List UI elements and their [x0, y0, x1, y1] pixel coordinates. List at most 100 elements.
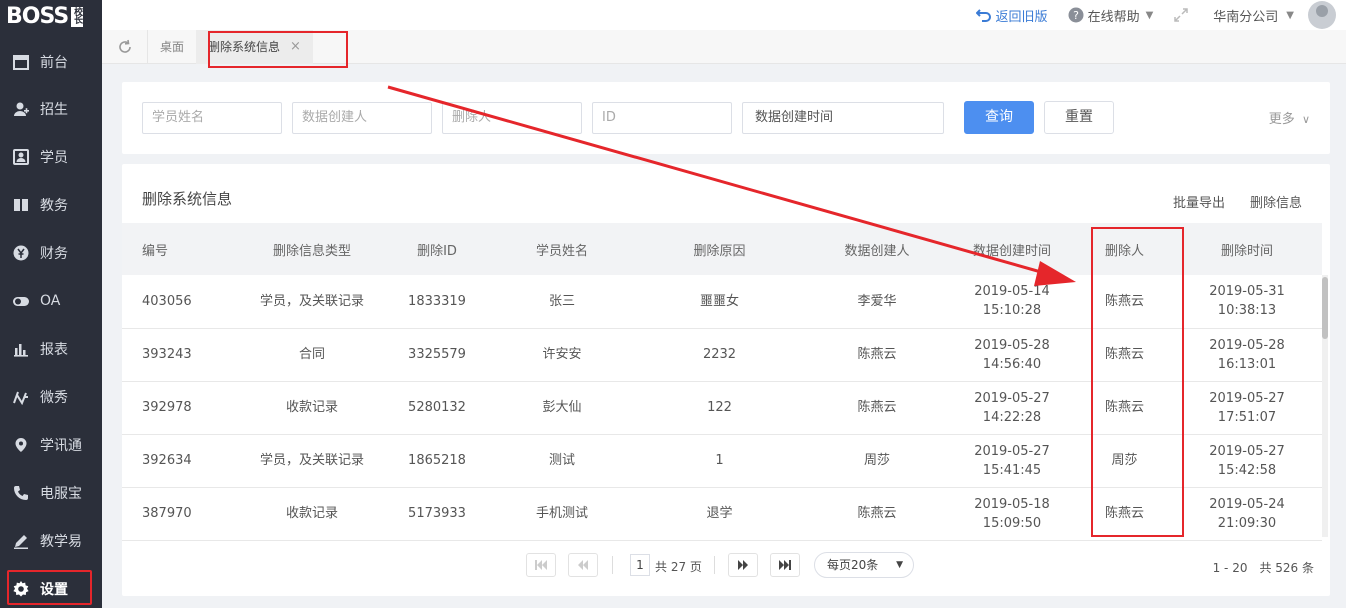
cell-time: 15:10:28 — [982, 303, 1042, 319]
panel-title: 删除系统信息 — [142, 190, 233, 208]
sidebar-item-6[interactable]: 报表 — [0, 325, 102, 373]
back-to-old-version-link[interactable]: 返回旧版 — [975, 6, 1048, 25]
column-header: 编号 — [122, 223, 242, 275]
settings-highlight-box — [7, 570, 92, 605]
top-bar: 返回旧版 ? 在线帮助 ▼ 华南分公司 ▼ — [102, 0, 1346, 30]
page-number-input[interactable]: 1 — [630, 554, 650, 576]
last-page-button[interactable] — [770, 553, 800, 577]
fullscreen-button[interactable] — [1173, 7, 1193, 23]
logo-text: BOSS — [6, 4, 69, 29]
column-header: 数据创建时间 — [947, 223, 1077, 275]
cell-type: 合同 — [242, 328, 382, 382]
chevron-down-icon: ▼ — [1145, 9, 1154, 21]
cell-reason: 退学 — [632, 487, 807, 541]
cell-delete-id: 1865218 — [382, 434, 492, 488]
cell-date: 2019-05-27 — [974, 390, 1050, 406]
cell-deleted-time: 2019-05-31 10:38:13 — [1172, 275, 1322, 329]
cell-text: 陈燕云 — [857, 400, 897, 415]
sidebar-item-1[interactable]: 招生 — [0, 85, 102, 133]
cell-date: 2019-05-18 — [974, 496, 1050, 512]
cell-created-time: 2019-05-18 15:09:50 — [947, 487, 1077, 541]
sidebar-item-9[interactable]: 电服宝 — [0, 469, 102, 517]
first-page-button[interactable] — [526, 553, 556, 577]
cell-time: 14:56:40 — [982, 356, 1042, 372]
sidebar-item-0[interactable]: 前台 — [0, 38, 102, 86]
cell-number: 392978 — [122, 381, 242, 435]
cell-created-time: 2019-05-14 15:10:28 — [947, 275, 1077, 329]
refresh-button[interactable] — [102, 29, 148, 64]
sidebar-item-4[interactable]: 财务 — [0, 229, 102, 277]
sidebar-item-label: 招生 — [40, 102, 68, 118]
cell-reason: 1 — [632, 434, 807, 488]
cell-type: 学员，及关联记录 — [242, 275, 382, 329]
page-size-select[interactable]: 每页20条 ▼ — [814, 552, 914, 578]
cell-time: 10:38:13 — [1217, 303, 1277, 319]
cell-time: 16:13:01 — [1217, 356, 1277, 372]
column-header: 删除时间 — [1172, 223, 1322, 275]
deleter-input[interactable]: 删除人 — [442, 102, 582, 134]
cell-text: 周莎 — [863, 453, 890, 468]
caret-down-icon: ▼ — [896, 560, 903, 570]
query-button[interactable]: 查询 — [964, 101, 1034, 134]
sidebar-item-2[interactable]: 学员 — [0, 133, 102, 181]
cell-creator: 陈燕云 — [807, 328, 947, 382]
scrollbar-thumb[interactable] — [1322, 277, 1328, 339]
branch-selector[interactable]: 华南分公司 ▼ — [1213, 6, 1294, 25]
next-page-button[interactable] — [728, 553, 758, 577]
cell-text: 1865218 — [408, 453, 466, 468]
sidebar-item-8[interactable]: 学讯通 — [0, 421, 102, 469]
creator-input[interactable]: 数据创建人 — [292, 102, 432, 134]
cell-created-time: 2019-05-28 14:56:40 — [947, 328, 1077, 382]
tab-desktop[interactable]: 桌面 — [148, 30, 196, 64]
tab-label: 桌面 — [160, 40, 185, 54]
cell-time: 15:41:45 — [982, 462, 1042, 478]
cell-text: 收款记录 — [285, 400, 338, 415]
prev-page-button[interactable] — [568, 553, 598, 577]
cell-text: 387970 — [142, 506, 192, 521]
created-time-picker[interactable]: 数据创建时间 — [742, 102, 944, 134]
sidebar-item-label: 教务 — [40, 198, 68, 214]
cell-number: 393243 — [122, 328, 242, 382]
column-header: 学员姓名 — [492, 223, 632, 275]
cell-text: 收款记录 — [285, 506, 338, 521]
cell-delete-id: 3325579 — [382, 328, 492, 382]
sidebar-item-10[interactable]: 教学易 — [0, 517, 102, 565]
cell-created-time: 2019-05-27 15:41:45 — [947, 434, 1077, 488]
chevron-down-icon: ∨ — [1301, 113, 1310, 126]
cell-student-name: 手机测试 — [492, 487, 632, 541]
cell-text: 2232 — [702, 347, 737, 362]
cell-text: 392634 — [142, 453, 192, 468]
back-label: 返回旧版 — [995, 9, 1048, 25]
sidebar-item-label: 学员 — [40, 150, 68, 166]
cell-number: 392634 — [122, 434, 242, 488]
cell-text: 392978 — [142, 400, 192, 415]
cell-text: 测试 — [548, 453, 575, 468]
more-label: 更多 — [1268, 112, 1295, 127]
sidebar-item-7[interactable]: 微秀 — [0, 373, 102, 421]
search-panel: 学员姓名 数据创建人 删除人 ID 数据创建时间 查询 重置 更多 ∨ — [122, 82, 1330, 154]
column-header: 删除原因 — [632, 223, 807, 275]
cell-text: 393243 — [142, 347, 192, 362]
next-page-icon — [738, 560, 748, 570]
cell-time: 15:42:58 — [1217, 462, 1277, 478]
reset-button[interactable]: 重置 — [1044, 101, 1114, 134]
total-pages-text: 共 27 页 — [655, 560, 702, 574]
cell-time: 14:22:28 — [982, 409, 1042, 425]
avatar[interactable] — [1308, 1, 1336, 29]
student-name-input[interactable]: 学员姓名 — [142, 102, 282, 134]
first-page-icon — [535, 560, 547, 570]
more-filters-toggle[interactable]: 更多 ∨ — [1269, 108, 1310, 127]
delete-info-button[interactable]: 删除信息 — [1250, 192, 1302, 211]
sidebar-item-3[interactable]: 教务 — [0, 181, 102, 229]
online-help-link[interactable]: ? 在线帮助 ▼ — [1068, 6, 1154, 25]
batch-export-button[interactable]: 批量导出 — [1173, 192, 1225, 211]
cell-delete-id: 5280132 — [382, 381, 492, 435]
sidebar-item-5[interactable]: OA — [0, 277, 102, 325]
cell-text: 学员，及关联记录 — [260, 293, 365, 309]
cell-text: 合同 — [298, 347, 325, 362]
id-input[interactable]: ID — [592, 102, 732, 134]
cell-text: 手机测试 — [535, 506, 588, 521]
app-logo[interactable]: BOSS 校长 — [0, 0, 102, 33]
bar-chart-icon — [12, 340, 30, 358]
cell-text: 张三 — [548, 293, 575, 309]
